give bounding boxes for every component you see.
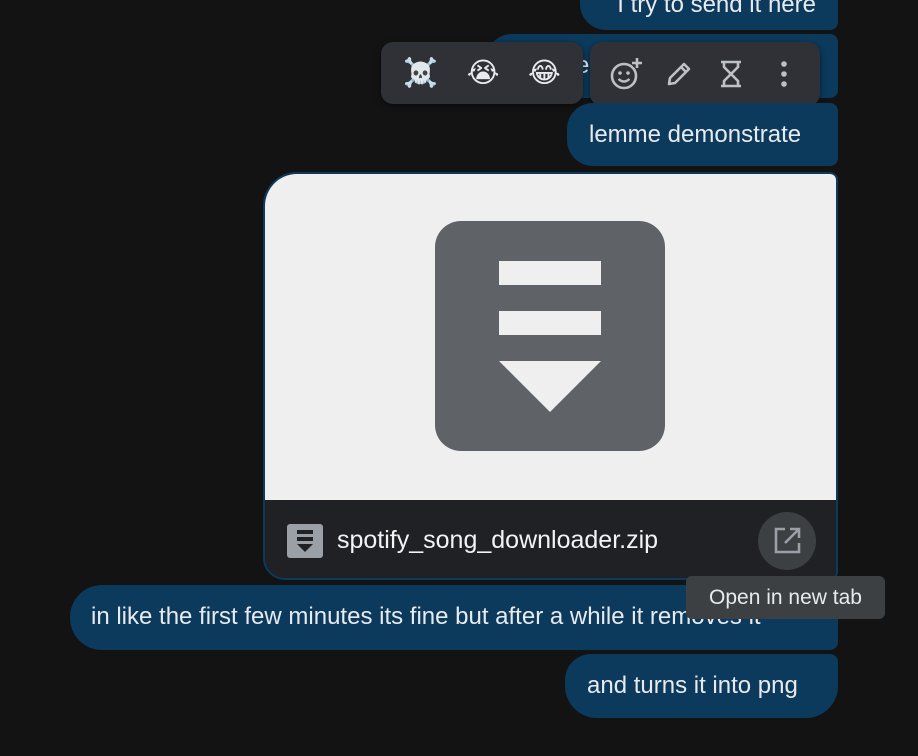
- reaction-laughing[interactable]: 😂: [528, 57, 561, 89]
- file-preview[interactable]: [265, 174, 836, 500]
- reaction-skull[interactable]: ☠️: [403, 57, 438, 89]
- timer-button[interactable]: [711, 54, 751, 94]
- file-type-icon: [287, 524, 323, 558]
- more-options-button[interactable]: [764, 54, 804, 94]
- message-text: and turns it into png: [587, 672, 798, 699]
- file-download-icon: [435, 221, 665, 451]
- open-in-new-tab-button[interactable]: [758, 512, 816, 570]
- message-bubble-png[interactable]: and turns it into png: [565, 654, 838, 718]
- file-name[interactable]: spotify_song_downloader.zip: [337, 524, 658, 556]
- add-reaction-button[interactable]: [606, 54, 646, 94]
- message-bubble-demo[interactable]: lemme demonstrate: [567, 103, 838, 166]
- hourglass-icon: [721, 60, 742, 88]
- edit-icon: [667, 62, 691, 86]
- more-vert-icon: [780, 61, 787, 87]
- file-attachment-card[interactable]: spotify_song_downloader.zip: [263, 172, 838, 580]
- add-reaction-icon: [610, 58, 643, 90]
- message-text: lemme demonstrate: [589, 121, 802, 148]
- quick-reaction-bar: ☠️ 😭 😂: [381, 42, 583, 104]
- open-in-new-icon: [774, 527, 801, 554]
- file-footer: spotify_song_downloader.zip: [265, 500, 836, 578]
- message-bubble-top[interactable]: I try to send it here: [580, 0, 838, 30]
- message-text: I try to send it here: [617, 0, 816, 18]
- tooltip: Open in new tab: [686, 576, 885, 619]
- message-text: in like the first few minutes its fine b…: [91, 603, 761, 630]
- edit-button[interactable]: [659, 54, 699, 94]
- reaction-crying[interactable]: 😭: [467, 57, 500, 89]
- message-action-bar: [590, 42, 820, 106]
